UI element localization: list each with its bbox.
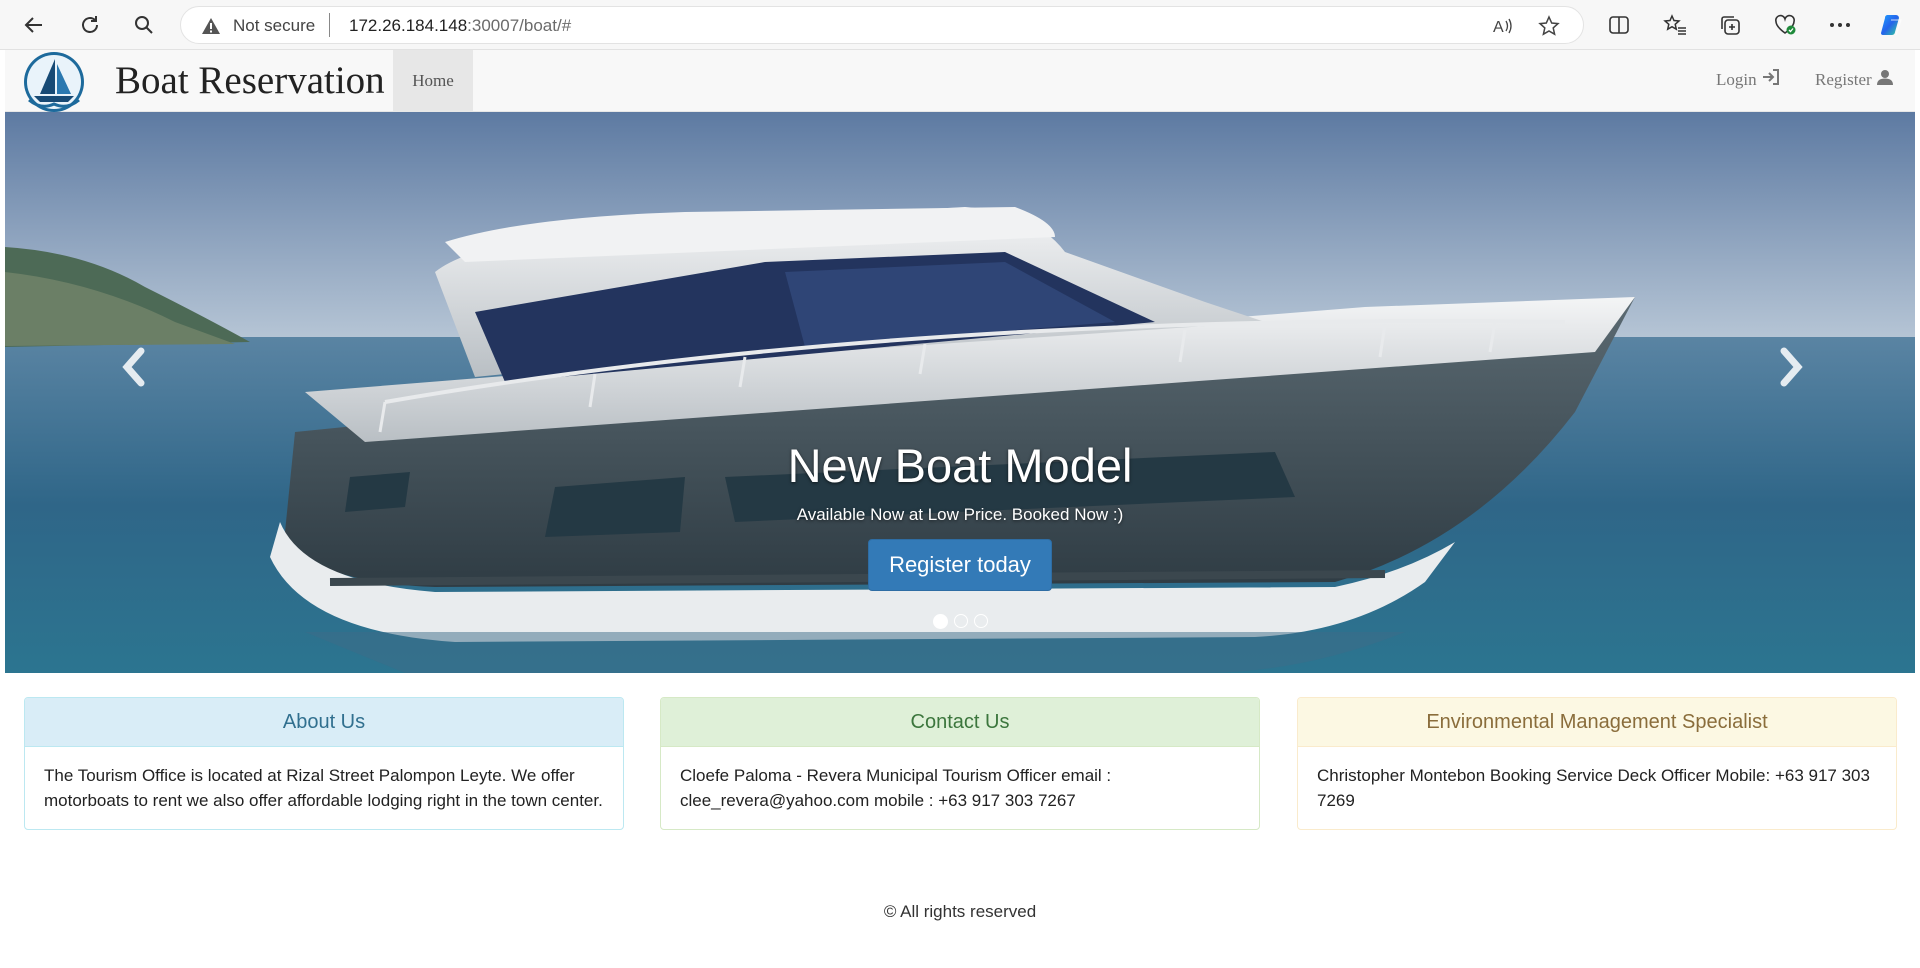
login-link[interactable]: Login <box>1716 69 1780 90</box>
read-aloud-icon[interactable]: A <box>1491 14 1515 38</box>
register-today-button[interactable]: Register today <box>868 539 1052 591</box>
user-icon <box>1876 69 1893 90</box>
warning-icon[interactable] <box>201 17 221 40</box>
carousel-indicator-3[interactable] <box>973 614 988 628</box>
sailboat-logo[interactable] <box>22 50 86 114</box>
caption-subtitle: Available Now at Low Price. Booked Now :… <box>796 505 1124 524</box>
about-us-text: The Tourism Office is located at Rizal S… <box>44 766 603 810</box>
favorite-star-icon[interactable] <box>1537 14 1561 38</box>
register-label: Register <box>1815 69 1872 89</box>
address-bar[interactable]: Not secure 172.26.184.148:30007/boat/# A <box>180 6 1584 44</box>
page: Boat Reservation Home Login Register New… <box>5 50 1915 968</box>
url-host: 172.26.184.148 <box>349 16 468 35</box>
copilot-icon[interactable] <box>1878 11 1906 39</box>
search-icon[interactable] <box>130 11 158 39</box>
url-text[interactable]: 172.26.184.148:30007/boat/# <box>349 16 571 36</box>
nav-home-link[interactable]: Home <box>393 50 473 112</box>
carousel-indicators <box>5 614 1915 629</box>
browser-toolbar: Not secure 172.26.184.148:30007/boat/# A <box>0 0 1920 50</box>
security-label[interactable]: Not secure <box>233 16 315 36</box>
refresh-icon[interactable] <box>76 11 104 39</box>
more-menu-icon[interactable] <box>1826 11 1854 39</box>
carousel-indicator-1[interactable] <box>932 614 948 629</box>
carousel-prev-chevron-icon[interactable] <box>104 337 164 397</box>
split-screen-icon[interactable] <box>1605 11 1633 39</box>
footer-copyright: © All rights reserved <box>883 902 1037 921</box>
specialist-text: Christopher Montebon Booking Service Dec… <box>1317 766 1870 810</box>
address-divider <box>329 13 330 37</box>
caption-title: New Boat Model <box>787 439 1133 492</box>
back-icon[interactable] <box>20 11 48 39</box>
site-navbar: Boat Reservation Home Login Register <box>5 50 1915 112</box>
carousel-caption: New Boat Model Available Now at Low Pric… <box>5 440 1915 591</box>
svg-text:A: A <box>1493 19 1504 36</box>
login-icon <box>1762 69 1780 90</box>
hero-carousel: New Boat Model Available Now at Low Pric… <box>5 112 1915 673</box>
carousel-indicator-2[interactable] <box>953 614 968 628</box>
carousel-next-chevron-icon[interactable] <box>1761 337 1821 397</box>
about-us-panel: About Us The Tourism Office is located a… <box>24 697 624 830</box>
specialist-panel: Environmental Management Specialist Chri… <box>1297 697 1897 830</box>
collections-icon[interactable] <box>1716 11 1744 39</box>
register-link[interactable]: Register <box>1815 69 1893 90</box>
about-us-heading: About Us <box>25 698 623 747</box>
url-path: :30007/boat/# <box>467 16 572 35</box>
brand-title[interactable]: Boat Reservation <box>115 58 385 103</box>
contact-us-panel: Contact Us Cloefe Paloma - Revera Munici… <box>660 697 1260 830</box>
favorites-icon[interactable] <box>1661 11 1689 39</box>
browser-essentials-icon[interactable] <box>1771 11 1799 39</box>
login-label: Login <box>1716 69 1757 89</box>
specialist-heading: Environmental Management Specialist <box>1298 698 1896 747</box>
contact-us-heading: Contact Us <box>661 698 1259 747</box>
contact-us-text: Cloefe Paloma - Revera Municipal Tourism… <box>680 766 1112 810</box>
